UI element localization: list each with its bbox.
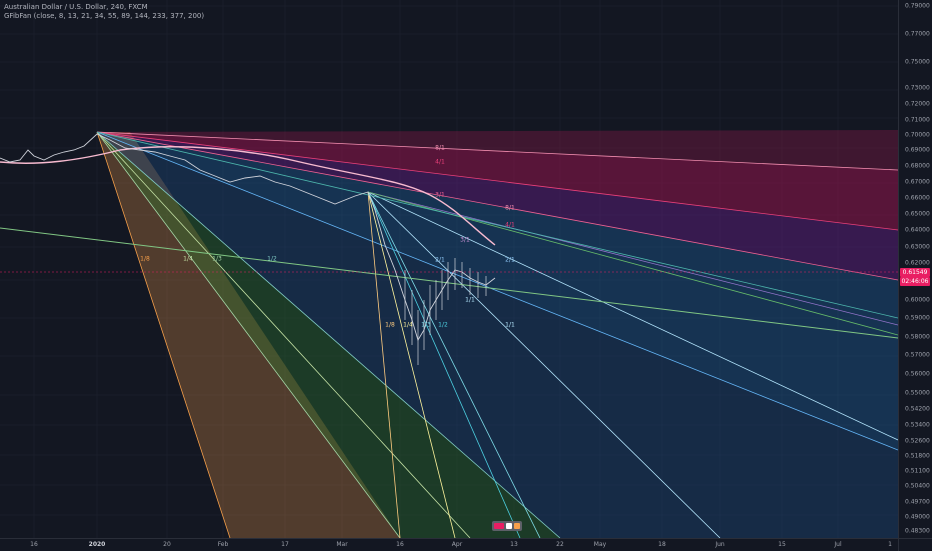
price-tick: 0.64000: [905, 226, 930, 234]
fan-label-second-3: 3/1: [460, 236, 470, 244]
price-tick: 0.49700: [905, 498, 930, 506]
price-tick: 0.51100: [905, 467, 930, 475]
price-tick: 0.53400: [905, 421, 930, 429]
fan-label-upper-3: 3/1: [435, 191, 445, 199]
price-tick: 0.69000: [905, 146, 930, 154]
time-tick: May: [593, 541, 607, 548]
price-tick: 0.62000: [905, 259, 930, 267]
price-tick: 0.58000: [905, 333, 930, 341]
price-tick: 0.68000: [905, 162, 930, 170]
price-tick: 0.50400: [905, 482, 930, 490]
current-price-badge: 0.61549: [900, 268, 930, 277]
time-tick: Jun: [715, 541, 725, 548]
fan-lower-zones: [97, 130, 898, 538]
time-tick: 17: [281, 541, 289, 548]
price-tick: 0.59000: [905, 314, 930, 322]
price-tick: 0.49000: [905, 513, 930, 521]
time-tick: Jul: [834, 541, 842, 548]
price-tick: 0.72000: [905, 100, 930, 108]
fan-label-second-5: 1/1: [465, 296, 475, 304]
price-tick: 0.60000: [905, 296, 930, 304]
fan-label-lower-2: 1/4: [183, 255, 193, 263]
price-tick: 0.77000: [905, 30, 930, 38]
indicator-legend[interactable]: GFibFan (close, 8, 13, 21, 34, 55, 89, 1…: [4, 12, 204, 20]
fan-label-second-4: 2/1: [505, 256, 515, 264]
time-tick: 13: [510, 541, 518, 548]
fan-label-inner-3: 1/3: [421, 321, 431, 329]
price-tick: 0.63000: [905, 243, 930, 251]
time-tick: 22: [556, 541, 564, 548]
price-tick: 0.56000: [905, 370, 930, 378]
price-tick: 0.57000: [905, 351, 930, 359]
time-tick: 16: [30, 541, 38, 548]
price-tick: 0.48300: [905, 527, 930, 535]
price-tick: 0.55000: [905, 389, 930, 397]
fan-label-inner-1: 1/8: [385, 321, 395, 329]
fan-label-second-2: 4/1: [505, 221, 515, 229]
time-tick: 2020: [88, 541, 106, 548]
price-tick: 0.75000: [905, 58, 930, 66]
fan-label-upper-4: 2/1: [435, 256, 445, 264]
price-tick: 0.52600: [905, 437, 930, 445]
fan-label-inner-4: 1/2: [438, 321, 448, 329]
price-tick: 0.54200: [905, 405, 930, 413]
time-tick: Feb: [217, 541, 229, 548]
fan-label-lower-4: 1/2: [267, 255, 277, 263]
price-tick: 0.79000: [905, 2, 930, 10]
time-tick: Apr: [451, 541, 463, 548]
time-tick: 15: [778, 541, 786, 548]
fan-label-second-1: 8/1: [505, 204, 515, 212]
time-tick: 16: [396, 541, 404, 548]
chart-canvas[interactable]: [0, 0, 898, 538]
time-tick: Mar: [336, 541, 348, 548]
time-axis[interactable]: 16 2020 20 Feb 17 Mar 16 Apr 13 22 May 1…: [0, 538, 898, 551]
time-tick: 1: [888, 541, 892, 548]
fan-label-upper-5: 1/1: [505, 321, 515, 329]
symbol-title[interactable]: Australian Dollar / U.S. Dollar, 240, FX…: [4, 3, 148, 11]
tradingview-logo: [492, 521, 522, 531]
price-tick: 0.71000: [905, 116, 930, 124]
price-tick: 0.67000: [905, 178, 930, 186]
time-tick: 18: [658, 541, 666, 548]
price-tick: 0.65000: [905, 210, 930, 218]
fan-label-inner-2: 1/4: [403, 321, 413, 329]
fan-label-lower-1: 1/8: [140, 255, 150, 263]
fan-label-upper-1: 8/1: [435, 144, 445, 152]
bar-countdown-badge: 02:46:06: [900, 277, 930, 286]
fan-label-lower-3: 1/3: [212, 255, 222, 263]
price-tick: 0.73000: [905, 84, 930, 92]
price-tick: 0.51800: [905, 452, 930, 460]
price-tick: 0.66000: [905, 194, 930, 202]
fan-label-upper-2: 4/1: [435, 158, 445, 166]
time-tick: 20: [163, 541, 171, 548]
axis-corner: [898, 538, 932, 551]
price-tick: 0.70000: [905, 131, 930, 139]
